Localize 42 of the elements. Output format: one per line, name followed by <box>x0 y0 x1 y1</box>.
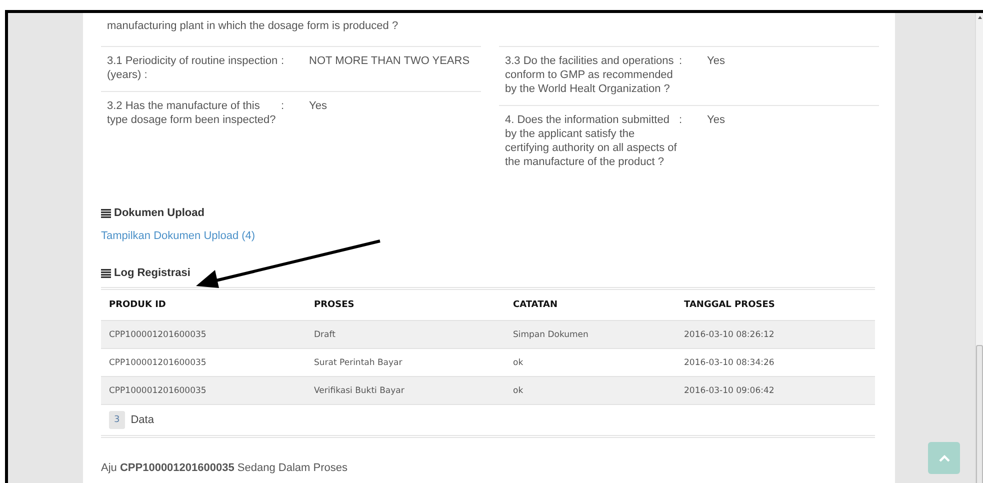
section-heading: Dokumen Upload <box>114 206 204 220</box>
table-cell-text: Surat Perintah Bayar <box>313 356 404 370</box>
separator-colon: : <box>679 54 684 69</box>
answer-text: NOT MORE THAN TWO YEARS <box>309 54 471 69</box>
back-to-top-button[interactable] <box>928 442 960 474</box>
column-header: PRODUK ID <box>108 299 167 312</box>
upload-documents-link[interactable]: Tampilkan Dokumen Upload (4) <box>101 229 256 243</box>
table-cell-text: ok <box>512 356 524 370</box>
list-icon <box>101 208 111 218</box>
answer-text: Yes <box>309 99 328 114</box>
separator-colon: : <box>281 99 286 114</box>
status-message: Aju CPP100001201600035 Sedang Dalam Proses <box>101 461 348 475</box>
count-label: Data <box>130 413 154 427</box>
answer-text: Yes <box>707 54 726 69</box>
table-cell-text: CPP100001201600035 <box>108 328 208 342</box>
question-text: 3.1 Periodicity of routine inspection (years) : <box>107 54 279 82</box>
count-badge: 3 <box>109 411 125 429</box>
scrollbar[interactable] <box>975 13 983 483</box>
table-cell-text: Draft <box>313 328 336 342</box>
table-cell-text: Simpan Dokumen <box>512 328 590 342</box>
column-header: CATATAN <box>512 299 559 312</box>
table-cell-text: Verifikasi Bukti Bayar <box>313 384 406 398</box>
table-cell-text: 2016-03-10 08:26:12 <box>683 328 776 342</box>
question-text: 4. Does the information submitted by the applicant satisfy the certifying authority on all aspects of the manufacture of the product ? <box>505 113 678 169</box>
table-cell-text: CPP100001201600035 <box>108 384 208 398</box>
question-text: 3.3 Do the facilities and operations conform to GMP as recommended by the World Healt Organization ? <box>505 54 675 96</box>
column-header: TANGGAL PROSES <box>683 299 776 312</box>
table-cell-text: ok <box>512 384 524 398</box>
table-cell-text: CPP100001201600035 <box>108 356 208 370</box>
table-cell-text: 2016-03-10 09:06:42 <box>683 384 776 398</box>
chevron-up-icon <box>938 454 950 462</box>
scroll-up-icon[interactable] <box>978 16 982 19</box>
section-heading: Log Registrasi <box>114 266 190 280</box>
separator-colon: : <box>281 54 286 69</box>
separator-colon: : <box>679 113 684 128</box>
answer-text: Yes <box>707 113 726 128</box>
scrollbar-thumb[interactable] <box>976 345 983 483</box>
table-cell-text: 2016-03-10 08:34:26 <box>683 356 776 370</box>
question-text: manufacturing plant in which the dosage form is produced ? <box>106 19 400 34</box>
list-icon <box>101 268 111 278</box>
column-header: PROSES <box>313 299 356 312</box>
question-text: 3.2 Has the manufacture of this type dosage form been inspected? <box>107 99 277 127</box>
